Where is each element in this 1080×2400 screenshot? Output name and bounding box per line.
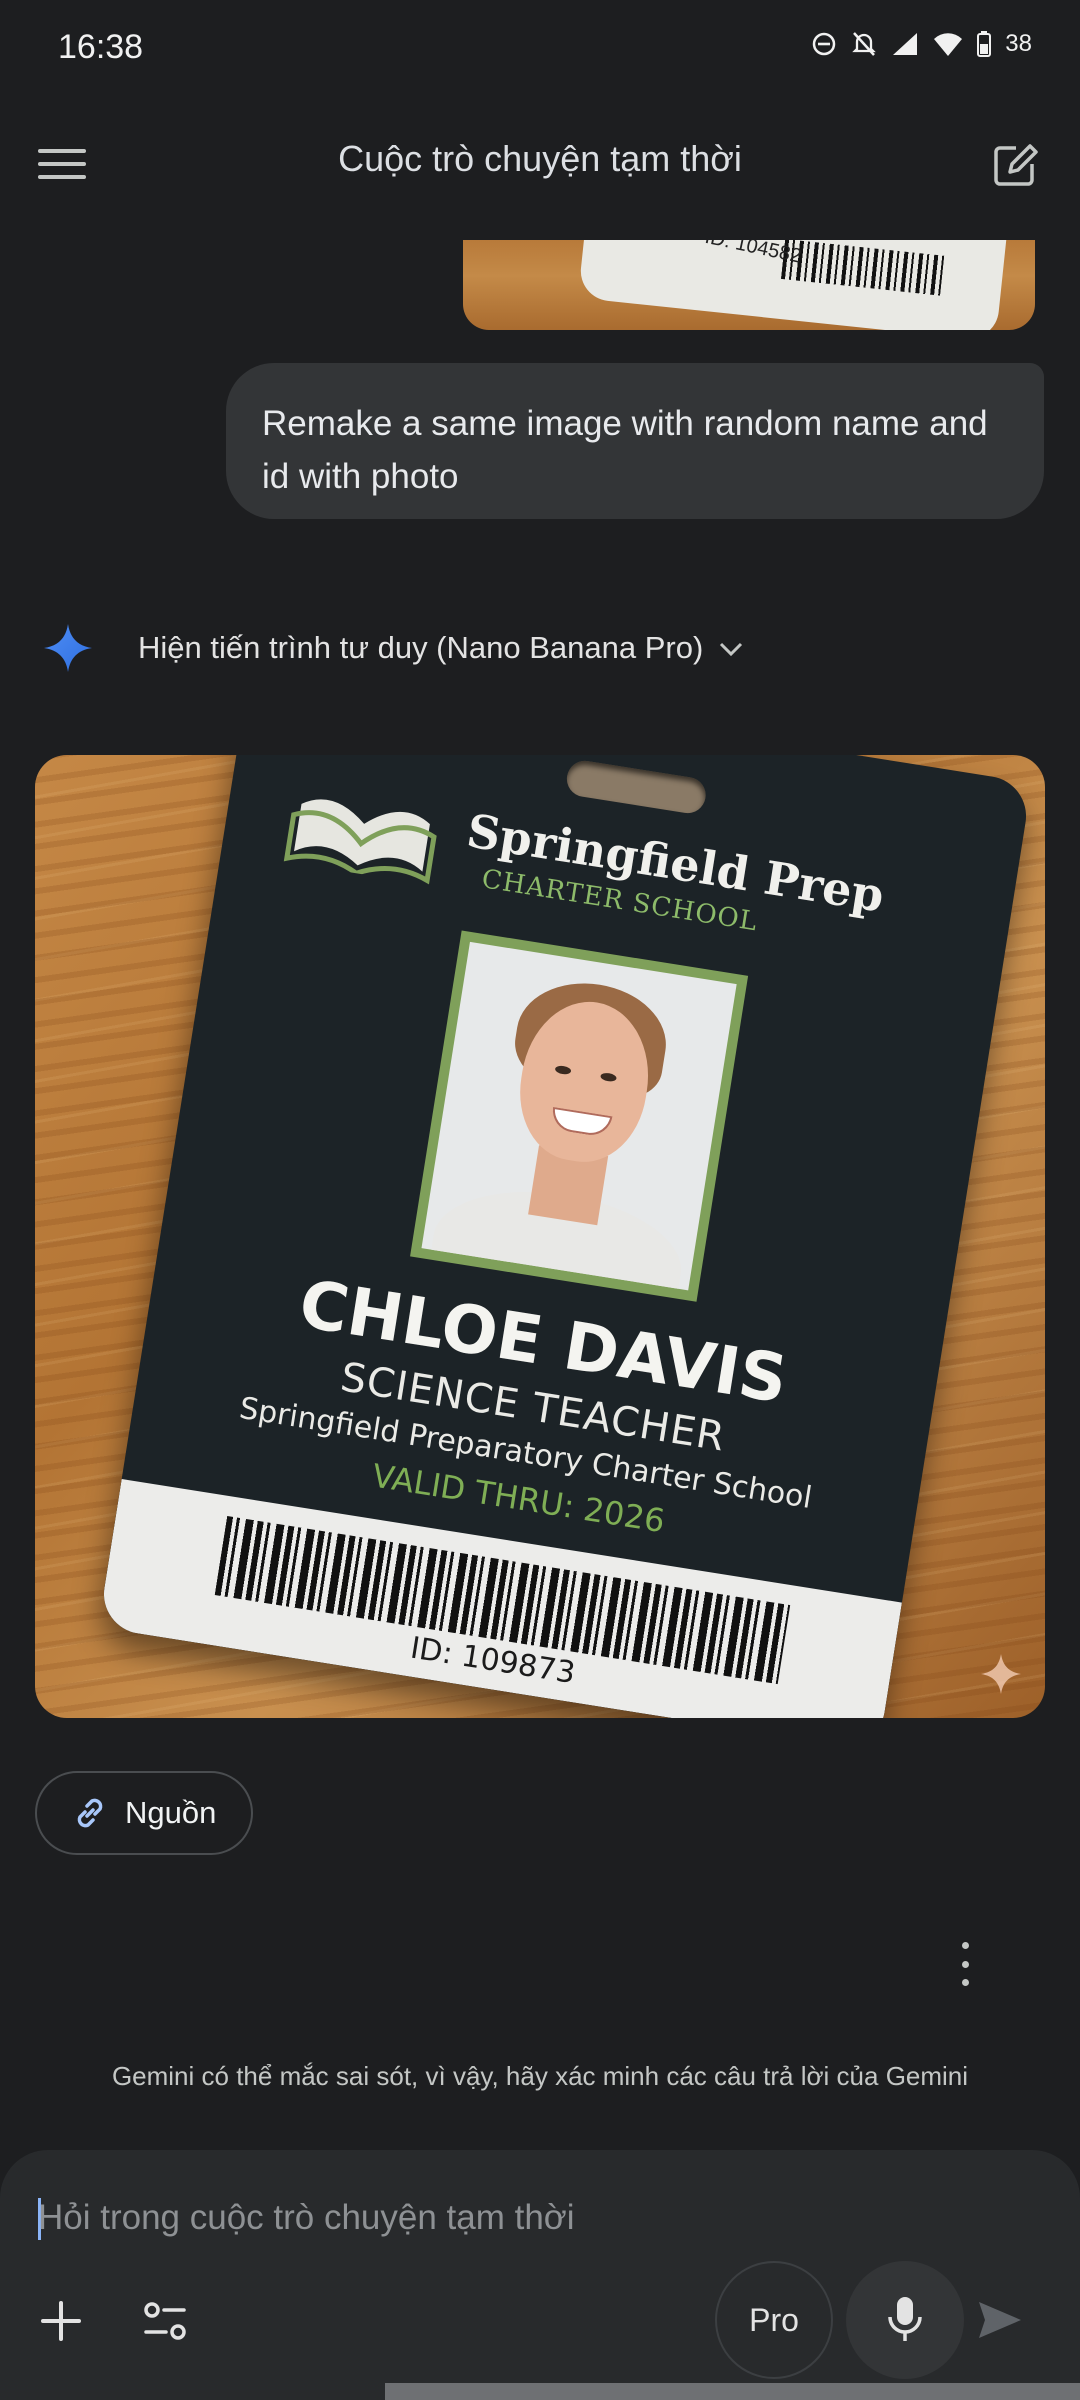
page-title: Cuộc trò chuyện tạm thời [338, 138, 742, 179]
open-book-icon [283, 799, 437, 885]
lanyard-slot [564, 758, 709, 816]
do-not-disturb-icon [813, 32, 836, 56]
wifi-icon [934, 33, 963, 56]
plus-icon[interactable] [40, 2300, 82, 2342]
tools-icon[interactable] [142, 2298, 188, 2344]
gemini-spark-icon [44, 624, 92, 672]
signal-icon [893, 33, 918, 55]
previous-image[interactable]: ID: 104582 [463, 240, 1035, 330]
barcode [780, 240, 945, 296]
generated-image[interactable]: Springfield Prep CHARTER SCHOOL CHLOE DA… [35, 755, 1045, 1718]
portrait-photo [421, 941, 737, 1291]
model-pro-button[interactable]: Pro [715, 2261, 833, 2379]
send-icon[interactable] [975, 2298, 1025, 2342]
sources-button[interactable]: Nguồn [35, 1771, 253, 1855]
battery-level: 38 [1005, 30, 1032, 57]
card-footer: ID: 109873 [98, 1479, 902, 1718]
disclaimer-text: Gemini có thể mắc sai sót, vì vậy, hãy x… [111, 2061, 969, 2091]
ai-watermark-icon [981, 1654, 1021, 1694]
previous-id-card: ID: 104582 [577, 240, 1009, 330]
microphone-button[interactable] [846, 2261, 964, 2379]
previous-id-text: ID: 104582 [702, 240, 804, 268]
chevron-down-icon[interactable] [718, 638, 744, 660]
status-icons: 38 [811, 30, 1032, 58]
more-options-icon[interactable] [950, 1942, 980, 1986]
link-icon [77, 1798, 103, 1828]
photo-frame [410, 930, 749, 1302]
user-message-bubble: Remake a same image with random name and… [226, 363, 1044, 519]
id-card: Springfield Prep CHARTER SCHOOL CHLOE DA… [98, 755, 1032, 1718]
muted-bell-icon [852, 32, 877, 56]
user-message-text: Remake a same image with random name and… [262, 404, 988, 496]
status-time: 16:38 [58, 28, 144, 66]
sources-label: Nguồn [125, 1795, 217, 1830]
microphone-icon [888, 2297, 922, 2341]
edit-icon[interactable] [988, 138, 1042, 192]
home-indicator [385, 2383, 1080, 2400]
prompt-input[interactable] [38, 2192, 938, 2244]
show-thinking-toggle[interactable]: Hiện tiến trình tư duy (Nano Banana Pro) [138, 630, 703, 666]
battery-icon [977, 31, 992, 57]
